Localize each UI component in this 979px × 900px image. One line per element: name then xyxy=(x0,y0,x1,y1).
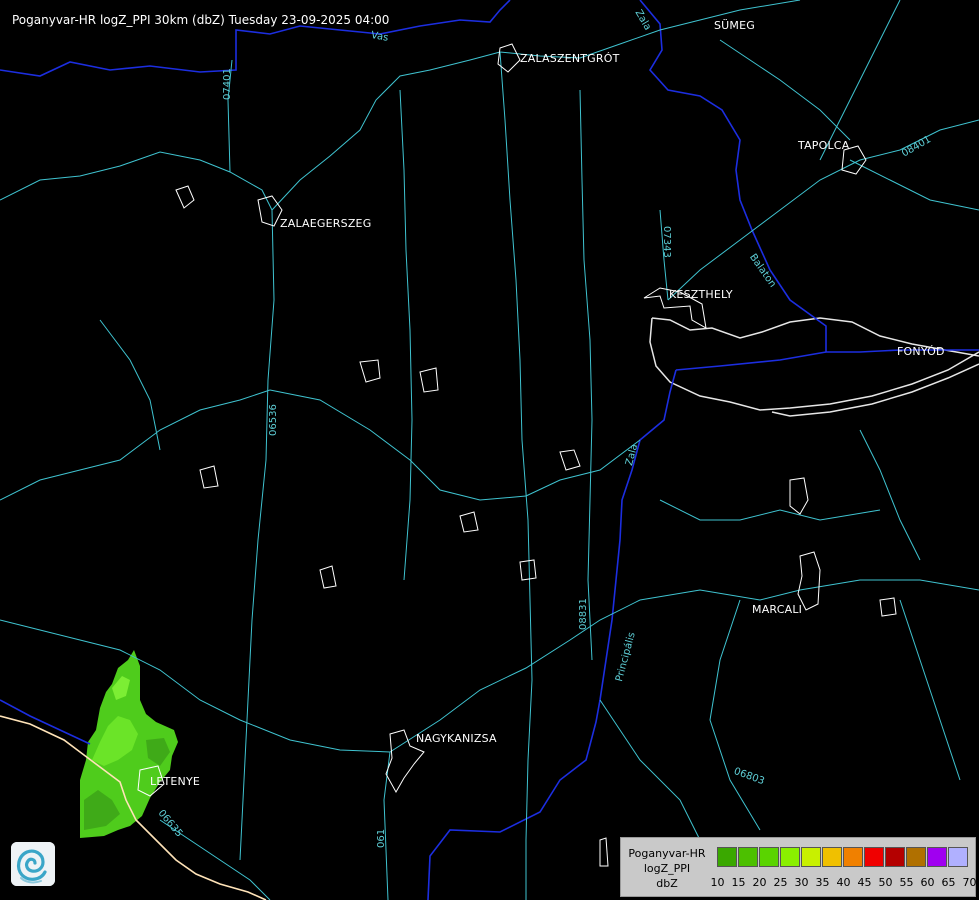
legend-swatch xyxy=(738,847,758,867)
city-label-keszthely: KESZTHELY xyxy=(669,288,733,301)
legend-unit: dbZ xyxy=(656,877,678,890)
legend-tick-label: 60 xyxy=(920,876,935,889)
legend-tick-label: 65 xyxy=(941,876,956,889)
legend-ticks: 10 15 20 25 30 35 40 45 50 55 60 65 70 xyxy=(707,876,979,889)
legend-swatch xyxy=(717,847,737,867)
radar-map[interactable] xyxy=(0,0,979,900)
city-label-nagykanizsa: NAGYKANIZSA xyxy=(416,732,497,745)
legend-swatch xyxy=(759,847,779,867)
legend-swatch xyxy=(864,847,884,867)
road-label: 08831 xyxy=(578,598,589,630)
legend-swatch xyxy=(927,847,947,867)
city-label-letenye: LETENYE xyxy=(150,775,201,788)
road-label: 07343 xyxy=(661,226,672,258)
legend-tick-label: 10 xyxy=(710,876,725,889)
city-label-tapolca: TAPOLCA xyxy=(798,139,850,152)
legend-tick-label: 45 xyxy=(857,876,872,889)
legend-tick-label: 15 xyxy=(731,876,746,889)
legend-swatch xyxy=(801,847,821,867)
road-label: 07401 xyxy=(222,68,233,100)
legend-label: Poganyvar-HR logZ_PPI dbZ xyxy=(623,846,711,891)
legend-radar-name: Poganyvar-HR xyxy=(628,847,706,860)
legend-swatch xyxy=(948,847,968,867)
legend-product: logZ_PPI xyxy=(643,862,691,875)
city-label-marcali: MARCALI xyxy=(752,603,803,616)
dbz-legend: Poganyvar-HR logZ_PPI dbZ 10 15 20 25 30 35 40… xyxy=(620,837,979,897)
legend-tick-label: 20 xyxy=(752,876,767,889)
radar-title: Poganyvar-HR logZ_PPI 30km (dbZ) Tuesday… xyxy=(12,13,390,27)
legend-tick-label: 70 xyxy=(962,876,977,889)
swirl-logo-icon xyxy=(11,842,55,886)
legend-swatch xyxy=(906,847,926,867)
legend-tick-label: 50 xyxy=(878,876,893,889)
legend-swatch xyxy=(822,847,842,867)
legend-swatch xyxy=(843,847,863,867)
city-label-zalaegerszeg: ZALAEGERSZEG xyxy=(280,217,372,230)
legend-swatch xyxy=(885,847,905,867)
city-label-zalaszentgrot: ZALASZENTGRÓT xyxy=(520,52,620,65)
legend-tick-label: 25 xyxy=(773,876,788,889)
road-label: 06536 xyxy=(268,404,279,436)
legend-tick-label: 30 xyxy=(794,876,809,889)
legend-tick-label: 40 xyxy=(836,876,851,889)
legend-color-scale xyxy=(717,847,969,867)
legend-swatch xyxy=(780,847,800,867)
road-label: 061 xyxy=(376,828,387,848)
legend-tick-label: 35 xyxy=(815,876,830,889)
city-label-sumeg: SÜMEG xyxy=(714,19,755,32)
legend-tick-label: 55 xyxy=(899,876,914,889)
city-label-fonyod: FONYÓD xyxy=(897,345,945,358)
